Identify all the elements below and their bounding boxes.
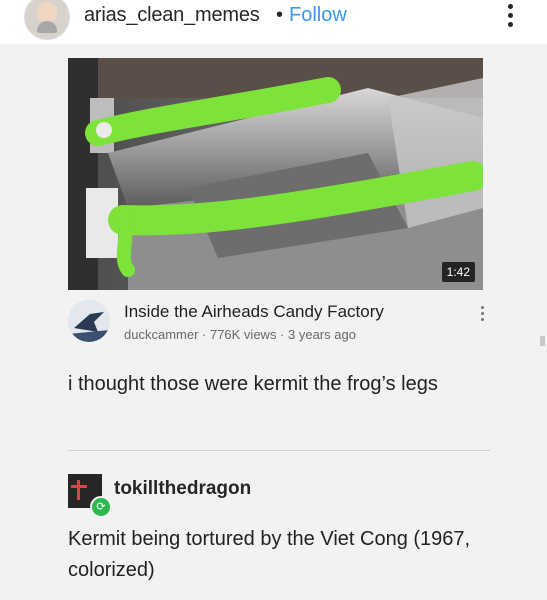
- username-link[interactable]: arias_clean_memes: [84, 4, 260, 27]
- video-duration: 1:42: [441, 262, 475, 282]
- divider: [68, 450, 490, 451]
- more-options-icon[interactable]: [507, 4, 515, 30]
- video-metadata: duckcammer · 776K views · 3 years ago: [124, 327, 356, 342]
- reblogger-username[interactable]: tokillthedragon: [114, 478, 251, 500]
- channel-avatar[interactable]: [68, 300, 110, 342]
- bird-icon: [68, 300, 110, 342]
- reblog-text: Kermit being tortured by the Viet Cong (…: [68, 528, 471, 581]
- video-thumbnail[interactable]: 1:42: [68, 58, 483, 290]
- post-header: arias_clean_memes • Follow: [0, 0, 547, 44]
- video-options-icon[interactable]: [481, 306, 485, 324]
- reblog-icon: ⟳: [90, 496, 112, 518]
- video-title[interactable]: Inside the Airheads Candy Factory: [124, 302, 384, 322]
- profile-avatar[interactable]: [24, 0, 70, 40]
- scroll-indicator: [540, 336, 545, 346]
- follow-button[interactable]: Follow: [289, 4, 347, 27]
- separator-dot: •: [276, 4, 284, 26]
- post-caption: i thought those were kermit the frog’s l…: [68, 373, 438, 395]
- post-image: 1:42 Inside the Airheads Candy Factory d…: [0, 44, 547, 600]
- factory-scene-image: [68, 58, 483, 290]
